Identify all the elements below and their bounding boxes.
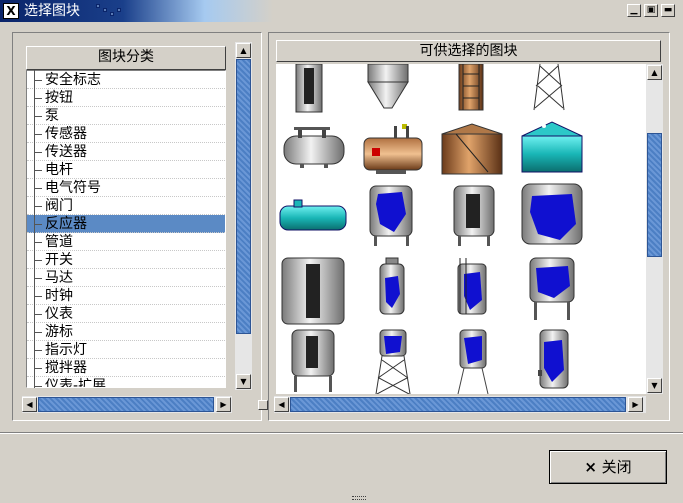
tree-item[interactable]: 电气符号 [27,179,225,197]
tree-item[interactable]: 按钮 [27,89,225,107]
title-decoration-icon [96,4,100,8]
block-reactor-stand[interactable] [457,329,489,394]
tree-item[interactable]: 游标 [27,323,225,341]
scroll-up-button[interactable]: ▲ [236,43,251,58]
tree-item[interactable]: 开关 [27,251,225,269]
block-header[interactable]: 可供选择的图块 [276,40,661,62]
arrow-up-icon: ▲ [651,68,658,77]
minimize-button[interactable]: ▁ [627,4,641,17]
tree-item[interactable]: 马达 [27,269,225,287]
app-icon[interactable]: X [3,3,19,19]
footer-divider [0,432,683,434]
block-lattice-tower[interactable] [533,64,565,111]
block-reactor-small[interactable] [379,257,405,315]
close-button-label: 关闭 [601,458,632,476]
block-scroll-left-button[interactable]: ◀ [274,397,289,412]
category-header[interactable]: 图块分类 [26,46,226,70]
tree-item[interactable]: 管道 [27,233,225,251]
title-decoration-icon [117,8,121,12]
block-reactor-tower[interactable] [375,329,411,394]
close-button[interactable]: × 关闭 [549,450,667,484]
tree-item[interactable]: 阀门 [27,197,225,215]
arrow-down-icon: ▼ [240,377,247,386]
block-gallery[interactable] [276,64,646,394]
block-reactor-side[interactable] [538,329,569,389]
block-column-tank[interactable] [295,64,323,113]
block-cyan-tank[interactable] [521,121,583,173]
maximize-icon: ▣ [646,5,656,15]
title-decoration-icon [103,8,107,12]
tree-item[interactable]: 泵 [27,107,225,125]
category-hscroll-thumb[interactable] [38,397,214,412]
scroll-left-button[interactable]: ◀ [22,397,37,412]
minimize-icon: ▁ [630,5,638,15]
block-horizontal-tank[interactable] [283,127,345,168]
tree-item[interactable]: 电杆 [27,161,225,179]
close-x-icon: × [584,458,597,476]
arrow-right-icon: ▶ [632,400,639,409]
close-icon: ▬ [663,5,673,15]
category-tree[interactable]: 安全标志 按钮泵传感器 传送器 电杆 电气符号 阀门 反应器 管道 开关 马达 时钟 仪表 游标 指示灯搅… [26,70,226,388]
arrow-left-icon: ◀ [278,400,285,409]
tree-item[interactable]: 仪表 [27,305,225,323]
title-decoration-icon [110,12,114,16]
splitter-handle[interactable] [258,400,268,410]
block-scroll-up-button[interactable]: ▲ [647,65,662,80]
block-scroll-down-button[interactable]: ▼ [647,378,662,393]
block-reactor-b[interactable] [453,185,495,246]
scroll-right-button[interactable]: ▶ [216,397,231,412]
block-storage-silo[interactable] [441,123,503,175]
block-reactor-legged[interactable] [529,257,575,320]
arrow-up-icon: ▲ [240,46,247,55]
block-hscroll-thumb[interactable] [290,397,626,412]
block-boiler[interactable] [363,124,423,174]
tree-item[interactable]: 安全标志 [27,71,225,89]
tree-item[interactable]: 仪表-扩展 [27,377,225,387]
block-reactor-ladder[interactable] [457,258,487,315]
window-title: 选择图块 [24,3,80,19]
category-vscroll-thumb[interactable] [236,59,251,334]
arrow-left-icon: ◀ [26,400,33,409]
block-vscroll-thumb[interactable] [647,132,662,257]
tree-item[interactable]: 时钟 [27,287,225,305]
block-reactor-a[interactable] [369,185,413,246]
block-hopper[interactable] [367,64,409,109]
block-reactor-c[interactable] [521,183,583,245]
tree-item[interactable]: 指示灯 [27,341,225,359]
arrow-right-icon: ▶ [220,400,227,409]
tree-item[interactable]: 传送器 [27,143,225,161]
resize-grip[interactable] [352,496,366,500]
arrow-down-icon: ▼ [651,381,658,390]
block-ladder-column[interactable] [458,64,484,111]
block-scroll-right-button[interactable]: ▶ [628,397,643,412]
block-vessel-legged[interactable] [291,329,335,392]
tree-line [34,70,35,388]
maximize-button[interactable]: ▣ [644,4,658,17]
tree-item[interactable]: 反应器 [27,215,225,233]
tree-item[interactable]: 搅拌器 [27,359,225,377]
block-cyan-drum[interactable] [279,199,347,231]
tree-item[interactable]: 传感器 [27,125,225,143]
block-vessel-large[interactable] [281,257,345,325]
block-thumbnails [279,64,583,394]
close-window-button[interactable]: ▬ [661,4,675,17]
scroll-down-button[interactable]: ▼ [236,374,251,389]
